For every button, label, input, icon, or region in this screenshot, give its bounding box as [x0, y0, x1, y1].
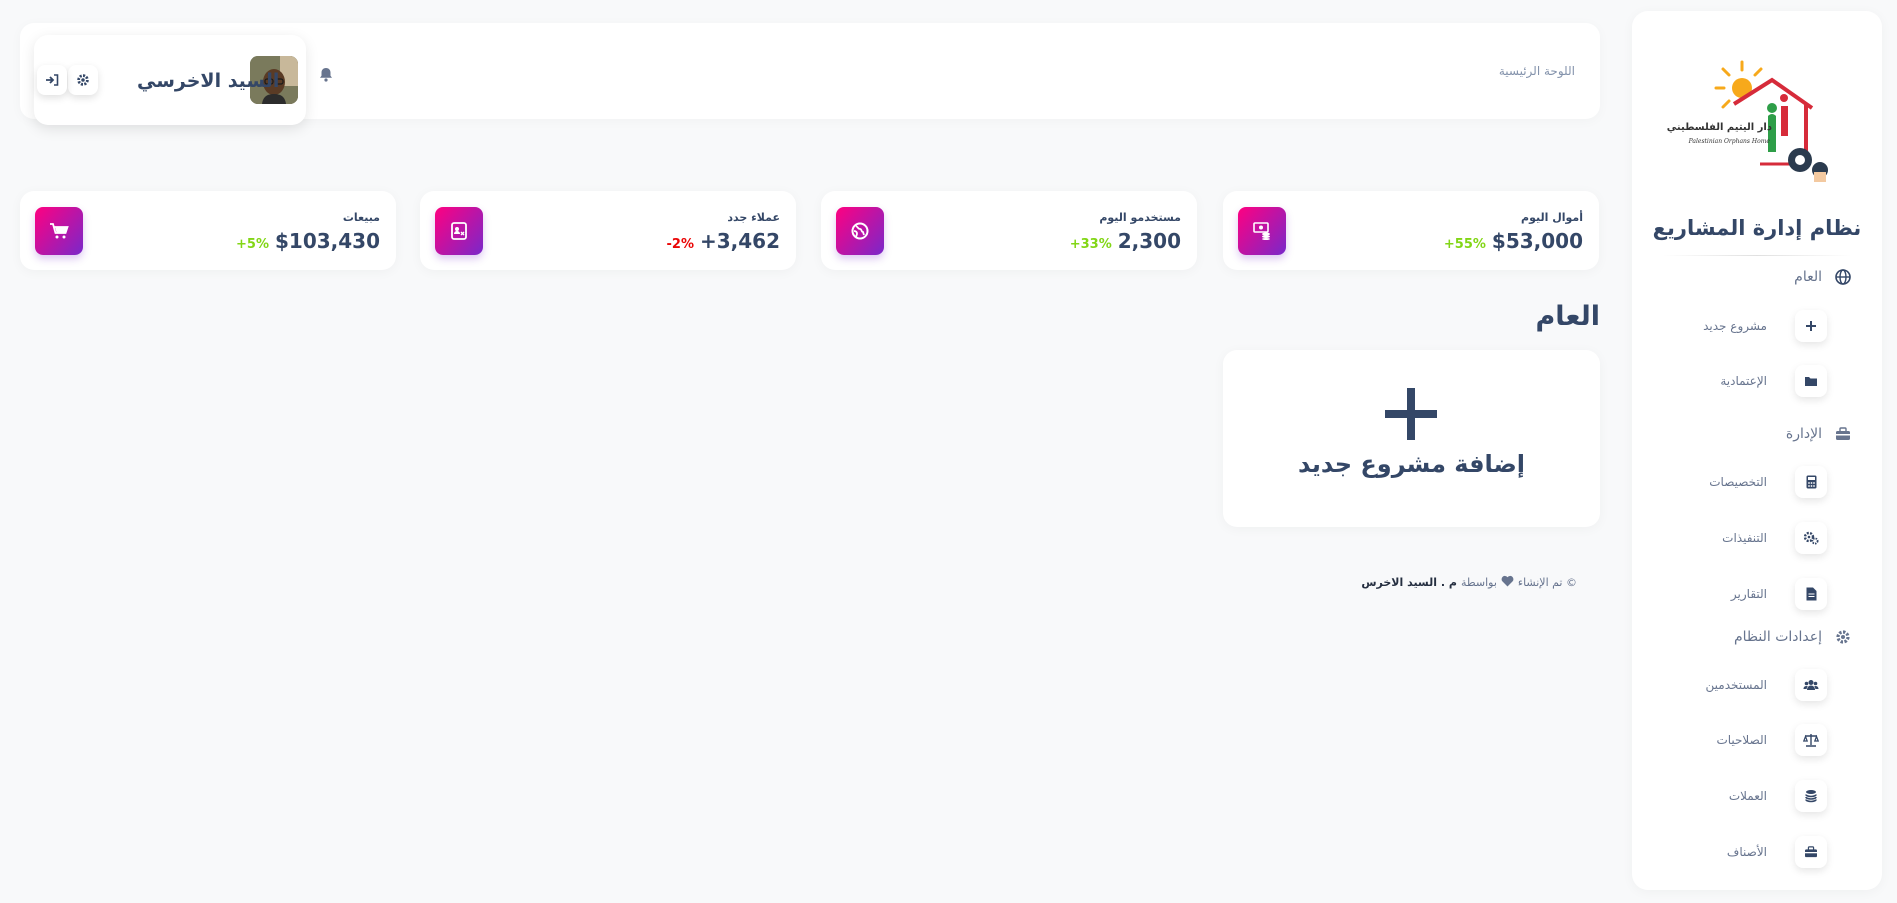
logo-graphic	[1714, 60, 1828, 182]
sidebar-item-label: مشروع جديد	[1703, 319, 1767, 333]
stat-card-today-money: أموال اليوم $53,000 +55%	[1223, 191, 1599, 270]
sidebar-item-new-project[interactable]: مشروع جديد	[1657, 310, 1827, 342]
sidebar-item-dependencies[interactable]: الإعتمادية	[1657, 365, 1827, 397]
stat-change: -2%	[666, 237, 694, 252]
money-icon	[1238, 207, 1286, 255]
stat-change: +33%	[1069, 237, 1112, 252]
sidebar-section-management: الإدارة	[1786, 425, 1852, 443]
brand-divider	[1662, 255, 1852, 256]
calculator-icon	[1795, 466, 1827, 498]
footer-by: بواسطة	[1460, 576, 1497, 589]
sidebar-item-label: التنفيذات	[1722, 531, 1767, 545]
sidebar-item-categories[interactable]: الأصناف	[1657, 836, 1827, 868]
add-project-card[interactable]: إضافة مشروع جديد	[1223, 350, 1600, 527]
stat-change: +55%	[1443, 237, 1486, 252]
footer-author[interactable]: م . السيد الاخرس	[1361, 576, 1457, 589]
sidebar-item-label: الصلاحيات	[1716, 733, 1767, 747]
stat-value: $103,430	[274, 229, 380, 253]
stat-change: +5%	[236, 237, 269, 252]
logout-button[interactable]	[37, 65, 67, 95]
toolbox-icon	[1795, 836, 1827, 868]
sidebar-item-users[interactable]: المستخدمين	[1657, 669, 1827, 701]
sidebar-item-label: المستخدمين	[1705, 678, 1767, 692]
sidebar-section-general: العام	[1794, 268, 1852, 286]
logo-arabic-text: دار اليتيم الفلسطيني	[1666, 122, 1772, 133]
settings-button[interactable]	[68, 65, 98, 95]
id-card-icon	[435, 207, 483, 255]
sidebar: دار اليتيم الفلسطيني Palestinian Orphans…	[1632, 11, 1882, 890]
coins-icon	[1795, 780, 1827, 812]
scale-icon	[1795, 724, 1827, 756]
plus-icon	[1383, 386, 1439, 446]
sidebar-item-executions[interactable]: التنفيذات	[1657, 522, 1827, 554]
stat-card-today-users: مستخدمو اليوم 2,300 +33%	[821, 191, 1197, 270]
user-name: السيد الاخرسي	[137, 70, 280, 92]
footer: © تم الإنشاء بواسطة م . السيد الاخرس	[1361, 575, 1577, 590]
heart-icon	[1501, 575, 1514, 590]
section-title: العام	[1535, 301, 1600, 332]
folder-icon	[1795, 365, 1827, 397]
add-project-label: إضافة مشروع جديد	[1298, 450, 1525, 478]
toolbox-icon	[1834, 425, 1852, 443]
sidebar-section-label: العام	[1794, 269, 1822, 285]
stat-value: 2,300	[1117, 229, 1181, 253]
footer-copyright: © تم الإنشاء	[1517, 576, 1577, 589]
stat-title: مستخدمو اليوم	[1099, 211, 1181, 224]
sidebar-section-label: الإدارة	[1785, 426, 1822, 442]
document-icon	[1795, 578, 1827, 610]
stat-card-sales: مبيعات $103,430 +5%	[20, 191, 396, 270]
cart-icon	[35, 207, 83, 255]
gear-icon	[77, 74, 89, 86]
sidebar-section-label: إعدادات النظام	[1733, 629, 1822, 645]
gears-icon	[1795, 522, 1827, 554]
users-icon	[1795, 669, 1827, 701]
breadcrumb[interactable]: اللوحة الرئيسية	[1499, 64, 1575, 78]
stat-title: أموال اليوم	[1521, 211, 1583, 224]
sidebar-item-reports[interactable]: التقارير	[1657, 578, 1827, 610]
sidebar-item-label: التخصيصات	[1709, 475, 1767, 489]
user-card: السيد الاخرسي	[34, 35, 332, 125]
stat-card-new-clients: عملاء جدد +3,462 -2%	[420, 191, 796, 270]
brand-title: نظام إدارة المشاريع	[1652, 216, 1862, 240]
top-navbar: اللوحة الرئيسية السيد الاخرسي	[20, 23, 1600, 125]
stat-title: عملاء جدد	[727, 211, 780, 224]
sidebar-section-system-settings: إعدادات النظام	[1734, 628, 1852, 646]
sidebar-item-currencies[interactable]: العملات	[1657, 780, 1827, 812]
gear-icon	[1834, 628, 1852, 646]
logo[interactable]: دار اليتيم الفلسطيني Palestinian Orphans…	[1667, 56, 1842, 186]
plus-icon	[1795, 310, 1827, 342]
sidebar-item-label: الإعتمادية	[1720, 374, 1767, 388]
stat-title: مبيعات	[342, 211, 380, 224]
sidebar-item-label: الأصناف	[1726, 845, 1767, 859]
sidebar-item-label: العملات	[1728, 789, 1767, 803]
logout-icon	[46, 74, 59, 86]
stat-value: +3,462	[699, 229, 780, 253]
sidebar-item-allocations[interactable]: التخصيصات	[1657, 466, 1827, 498]
logo-english-text: Palestinian Orphans Home	[1688, 138, 1770, 145]
globe-icon	[1834, 268, 1852, 286]
globe-icon	[836, 207, 884, 255]
sidebar-item-permissions[interactable]: الصلاحيات	[1657, 724, 1827, 756]
sidebar-item-label: التقارير	[1730, 587, 1767, 601]
notification-bell-icon[interactable]	[319, 67, 333, 86]
stat-value: $53,000	[1491, 229, 1583, 253]
